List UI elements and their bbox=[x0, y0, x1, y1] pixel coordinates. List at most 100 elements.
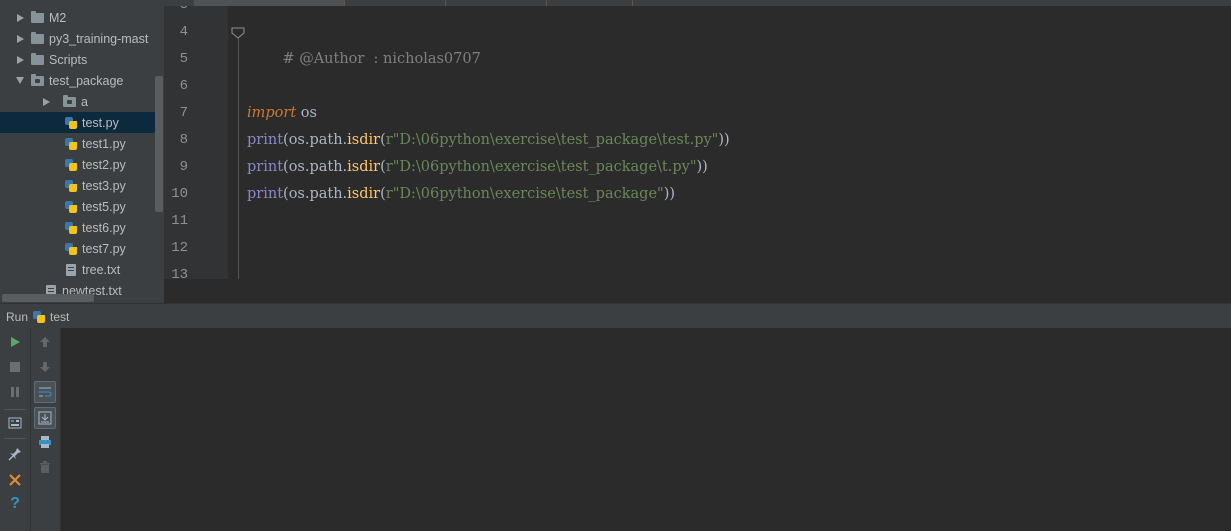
line-number: 9 bbox=[179, 159, 188, 175]
builtin-print: print bbox=[247, 159, 284, 175]
help-icon[interactable]: ? bbox=[5, 494, 25, 514]
run-toolbar: ? bbox=[0, 328, 61, 531]
close-icon[interactable] bbox=[5, 470, 25, 490]
line-number: 8 bbox=[179, 132, 188, 148]
expand-arrow-icon[interactable] bbox=[17, 13, 24, 22]
dump-threads-icon[interactable] bbox=[5, 413, 25, 433]
tree-item-test7-py[interactable]: test7.py bbox=[0, 238, 155, 259]
tree-item-label: test5.py bbox=[82, 199, 126, 214]
fold-end-icon[interactable] bbox=[231, 27, 245, 39]
folder-icon bbox=[31, 52, 44, 65]
down-icon[interactable] bbox=[35, 357, 55, 377]
run-panel-title: Run bbox=[6, 309, 29, 324]
python-run-config-icon bbox=[32, 310, 46, 324]
code-text: os bbox=[296, 105, 317, 121]
line-number: 3 bbox=[164, 6, 188, 19]
string-literal: r"D:\06python\exercise\test_package\t.py… bbox=[385, 159, 697, 175]
python-file-icon bbox=[64, 200, 78, 214]
tree-item-label: test1.py bbox=[82, 136, 126, 151]
python-file-icon bbox=[64, 137, 78, 151]
paren: )) bbox=[696, 159, 708, 175]
run-config-tab[interactable]: test bbox=[50, 310, 69, 324]
editor-footer bbox=[164, 279, 1231, 303]
fold-guide bbox=[238, 38, 239, 279]
folder-icon bbox=[31, 10, 44, 23]
code-editor[interactable]: 3 4 5 6 7 8 9 10 11 12 13 # @Author : ni… bbox=[164, 6, 1231, 279]
code-line-4: # @Author : nicholas0707 bbox=[264, 19, 480, 67]
tree-item-label: test7.py bbox=[82, 241, 126, 256]
tree-item-label: test2.py bbox=[82, 157, 126, 172]
expand-arrow-icon[interactable] bbox=[17, 55, 24, 64]
tree-item-test-package[interactable]: test_package bbox=[0, 70, 155, 91]
python-file-icon bbox=[64, 242, 78, 256]
line-number: 4 bbox=[179, 24, 188, 40]
python-file-icon bbox=[64, 179, 78, 193]
soft-wrap-icon[interactable] bbox=[34, 381, 56, 403]
package-folder-icon bbox=[63, 94, 76, 107]
stop-icon[interactable] bbox=[5, 357, 25, 377]
text-file-icon bbox=[66, 263, 76, 276]
tree-item-a[interactable]: a bbox=[0, 91, 155, 112]
pin-icon[interactable] bbox=[5, 444, 25, 464]
line-number-gutter: 3 4 5 6 7 8 9 10 11 12 13 bbox=[164, 6, 228, 279]
tree-item-test2-py[interactable]: test2.py bbox=[0, 154, 155, 175]
tree-item-label: tree.txt bbox=[82, 262, 121, 277]
print-icon[interactable] bbox=[35, 432, 55, 452]
tree-item-label: test.py bbox=[82, 115, 119, 130]
tree-item-label: test_package bbox=[49, 73, 124, 88]
method-name: isdir bbox=[347, 159, 381, 175]
code-text: (os.path. bbox=[283, 186, 348, 202]
scroll-to-end-icon[interactable] bbox=[34, 407, 56, 429]
code-line-10: print(os.path.isdir(r"D:\06python\exerci… bbox=[247, 181, 675, 208]
horizontal-scrollbar[interactable] bbox=[2, 294, 94, 302]
tree-item-label: a bbox=[81, 94, 88, 109]
line-number: 12 bbox=[171, 240, 188, 256]
tree-item-test1-py[interactable]: test1.py bbox=[0, 133, 155, 154]
tree-item-label: M2 bbox=[49, 10, 67, 25]
line-number: 6 bbox=[179, 78, 188, 94]
line-number: 10 bbox=[171, 186, 188, 202]
line-number: 13 bbox=[171, 267, 188, 279]
tree-item-tree-txt[interactable]: tree.txt bbox=[0, 259, 155, 280]
tree-item-m2[interactable]: M2 bbox=[0, 7, 155, 28]
string-literal: r"D:\06python\exercise\test_package\test… bbox=[385, 132, 719, 148]
trash-icon[interactable] bbox=[35, 457, 55, 477]
tree-item-scripts[interactable]: Scripts bbox=[0, 49, 155, 70]
string-literal: r"D:\06python\exercise\test_package" bbox=[385, 186, 664, 202]
expand-arrow-icon[interactable] bbox=[17, 34, 24, 43]
run-console-output[interactable] bbox=[61, 328, 1231, 531]
code-text: (os.path. bbox=[283, 159, 348, 175]
python-file-icon bbox=[64, 221, 78, 235]
line-number: 7 bbox=[179, 105, 188, 121]
tree-item-test3-py[interactable]: test3.py bbox=[0, 175, 155, 196]
code-line-9: print(os.path.isdir(r"D:\06python\exerci… bbox=[247, 154, 708, 181]
tree-item-label: test3.py bbox=[82, 178, 126, 193]
tree-item-test6-py[interactable]: test6.py bbox=[0, 217, 155, 238]
expand-arrow-icon[interactable] bbox=[43, 97, 50, 106]
up-icon[interactable] bbox=[35, 332, 55, 352]
tree-item-label: test6.py bbox=[82, 220, 126, 235]
vertical-scrollbar[interactable] bbox=[155, 76, 163, 212]
collapse-arrow-icon[interactable] bbox=[16, 77, 24, 84]
pause-icon[interactable] bbox=[5, 382, 25, 402]
comment-text: # @Author : nicholas0707 bbox=[282, 51, 481, 67]
tree-item-label: Scripts bbox=[49, 52, 88, 67]
python-file-icon bbox=[64, 158, 78, 172]
project-tree: M2 py3_training-mast Scripts test_packag… bbox=[0, 0, 164, 303]
builtin-print: print bbox=[247, 132, 284, 148]
run-panel-header: Run test bbox=[0, 303, 1231, 329]
folder-icon bbox=[31, 31, 44, 44]
line-number: 5 bbox=[179, 51, 188, 67]
python-file-icon bbox=[64, 116, 78, 130]
code-line-7: import os bbox=[247, 100, 317, 127]
tree-item-test5-py[interactable]: test5.py bbox=[0, 196, 155, 217]
builtin-print: print bbox=[247, 186, 284, 202]
paren: )) bbox=[718, 132, 730, 148]
tree-item-py3-training[interactable]: py3_training-mast bbox=[0, 28, 155, 49]
code-text: (os.path. bbox=[283, 132, 348, 148]
line-number: 11 bbox=[171, 213, 188, 229]
tree-item-test-py[interactable]: test.py bbox=[0, 112, 155, 133]
keyword: import bbox=[247, 105, 297, 121]
run-icon[interactable] bbox=[5, 332, 25, 352]
package-folder-icon bbox=[31, 73, 44, 86]
